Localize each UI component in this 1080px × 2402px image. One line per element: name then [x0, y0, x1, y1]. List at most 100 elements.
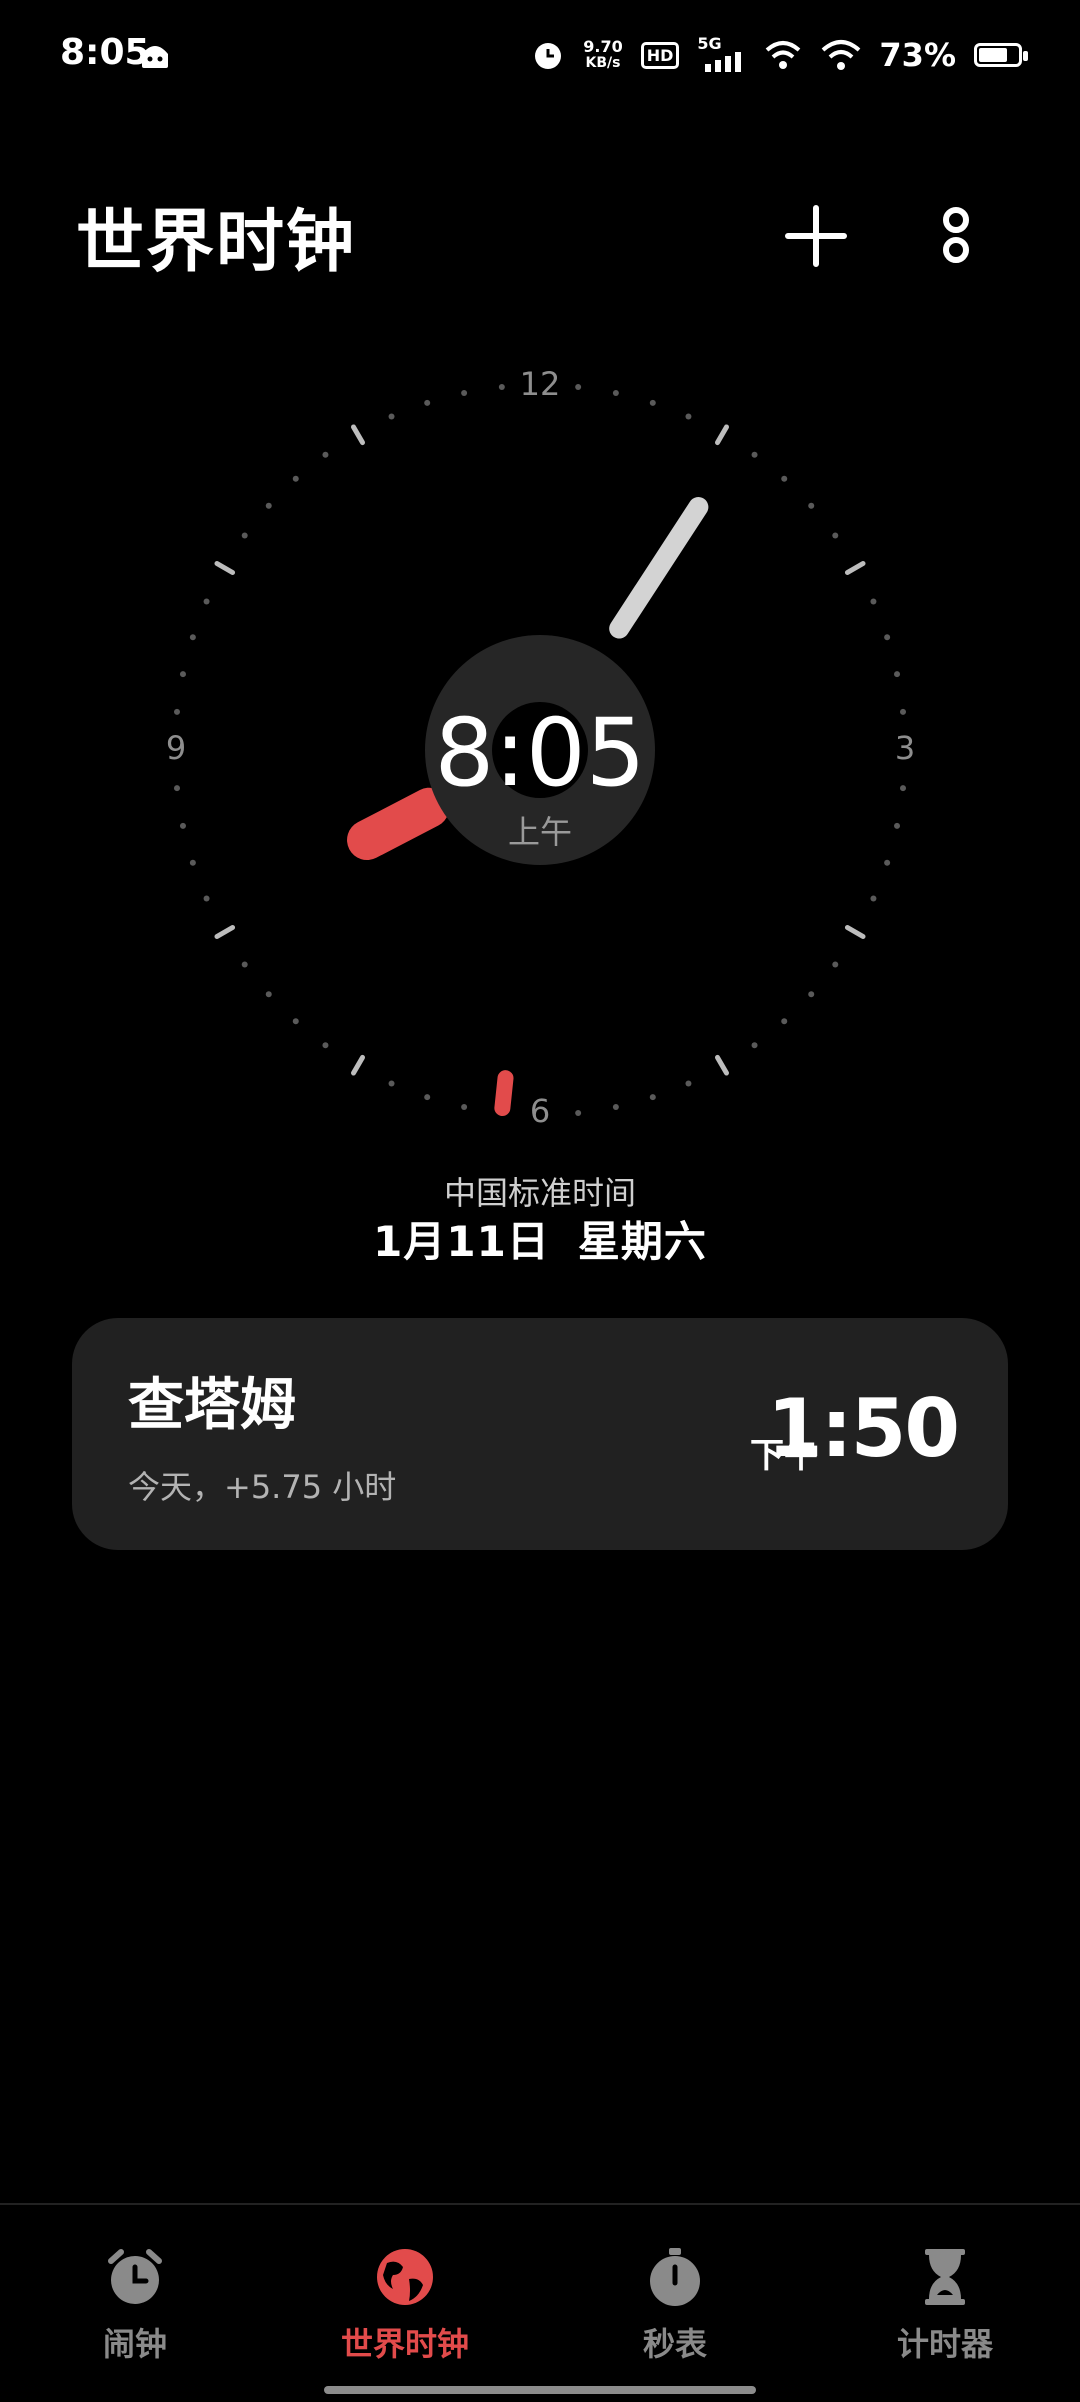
plus-icon	[785, 205, 847, 267]
clock-minute-dot	[781, 1018, 788, 1025]
clock-minute-dot	[685, 413, 692, 420]
more-icon	[943, 207, 969, 263]
alarm-icon	[535, 43, 562, 69]
nav-timer[interactable]: 计时器	[845, 2245, 1045, 2365]
clock-numeral-6: 6	[530, 1092, 550, 1130]
clock-minute-dot	[832, 961, 839, 968]
weekday-text: 星期六	[577, 1217, 707, 1266]
clock-minute-dot	[424, 1094, 431, 1101]
nav-world-clock[interactable]: 世界时钟	[305, 2245, 505, 2365]
home-indicator	[324, 2386, 756, 2394]
clock-minute-dot	[808, 991, 815, 998]
second-hand	[494, 1070, 514, 1117]
status-icons: 9.70 KB/s HD 5G 73%	[531, 30, 1028, 80]
clock-minute-dot	[781, 475, 788, 482]
battery-icon	[974, 43, 1028, 67]
add-city-button[interactable]	[780, 200, 852, 272]
hour-hand	[347, 787, 450, 861]
clock-minute-dot	[884, 859, 891, 866]
stopwatch-icon	[650, 2248, 700, 2306]
clock-minute-dot	[884, 634, 891, 641]
clock-minute-dot	[424, 399, 431, 406]
clock-minute-dot	[189, 634, 196, 641]
city-offset: 今天，+5.75 小时	[128, 1468, 397, 1506]
digital-time: 8:05	[434, 699, 645, 808]
clock-minute-dot	[461, 389, 468, 396]
clock-minute-dot	[894, 671, 901, 678]
clock-minute-dot	[900, 708, 907, 715]
clock-minute-dot	[685, 1080, 692, 1087]
clock-hour-tick	[351, 424, 365, 446]
clock-numeral-3: 3	[895, 729, 915, 767]
clock-minute-dot	[203, 598, 210, 605]
clock-minute-dot	[388, 1080, 395, 1087]
clock-minute-dot	[612, 389, 619, 396]
nav-label-world-clock: 世界时钟	[340, 2325, 469, 2363]
network-speed: 9.70 KB/s	[583, 37, 623, 72]
clock-minute-dot	[388, 413, 395, 420]
nav-label-alarm: 闹钟	[102, 2325, 167, 2363]
clock-minute-dot	[203, 895, 210, 902]
clock-minute-dot	[173, 708, 180, 715]
clock-minute-dot	[894, 822, 901, 829]
clock-hour-tick	[844, 925, 866, 939]
city-name: 查塔姆	[128, 1373, 296, 1438]
clock-minute-dot	[751, 451, 758, 458]
signal-bars-icon	[705, 52, 742, 72]
clock-minute-dot	[498, 383, 505, 390]
clock-minute-dot	[189, 859, 196, 866]
page-title: 世界时钟	[76, 203, 357, 282]
clock-minute-dot	[900, 785, 907, 792]
clock-minute-dot	[461, 1104, 468, 1111]
clock-minute-dot	[179, 671, 186, 678]
clock-hour-tick	[214, 925, 236, 939]
clock-minute-dot	[322, 451, 329, 458]
globe-icon	[377, 2249, 433, 2305]
analog-clock: 12 3 6 9 8:05 上午	[166, 365, 915, 1130]
clock-minute-dot	[265, 991, 272, 998]
clock-minute-dot	[241, 532, 248, 539]
clock-hour-tick	[214, 561, 236, 575]
nav-stopwatch[interactable]: 秒表	[575, 2245, 775, 2365]
clock-minute-dot	[649, 1094, 656, 1101]
status-time: 8:05	[60, 32, 150, 73]
date-text: 1月11日	[373, 1217, 550, 1266]
clock-minute-dot	[265, 502, 272, 509]
clock-minute-dot	[179, 822, 186, 829]
clock-hour-tick	[715, 424, 729, 446]
clock-minute-dot	[870, 895, 877, 902]
clock-minute-dot	[751, 1042, 758, 1049]
minute-hand	[609, 497, 709, 639]
clock-minute-dot	[292, 1018, 299, 1025]
hd-badge: HD	[640, 41, 680, 69]
bottom-nav: 闹钟 世界时钟 秒表 计时器	[0, 2203, 1080, 2402]
clock-minute-dot	[649, 399, 656, 406]
cellular-signal: 5G	[697, 34, 745, 72]
clock-numeral-9: 9	[166, 729, 186, 767]
clock-minute-dot	[173, 785, 180, 792]
date-line: 1月11日 星期六	[0, 1208, 1080, 1269]
nav-label-timer: 计时器	[896, 2325, 993, 2363]
hourglass-icon	[925, 2249, 965, 2305]
clock-minute-dot	[322, 1042, 329, 1049]
clock-minute-dot	[870, 598, 877, 605]
notification-app-icon	[142, 46, 168, 68]
clock-minute-dot	[575, 383, 582, 390]
clock-minute-dot	[241, 961, 248, 968]
nav-alarm[interactable]: 闹钟	[35, 2245, 235, 2365]
clock-hour-tick	[844, 561, 866, 575]
battery-percent: 73%	[879, 36, 956, 74]
clock-minute-dot	[808, 502, 815, 509]
city-time: 1:50	[767, 1382, 960, 1475]
alarm-clock-icon	[108, 2249, 162, 2304]
city-card[interactable]: 查塔姆 今天，+5.75 小时 下午 1:50	[72, 1318, 1008, 1550]
wifi-icon	[822, 40, 861, 70]
clock-minute-dot	[832, 532, 839, 539]
clock-minute-dot	[575, 1110, 582, 1117]
status-bar: 8:05 9.70 KB/s HD 5G 73%	[0, 0, 1080, 110]
wifi-calling-icon	[766, 41, 801, 69]
clock-minute-dot	[292, 475, 299, 482]
more-options-button[interactable]	[920, 200, 992, 272]
clock-minute-dot	[612, 1104, 619, 1111]
clock-hour-tick	[351, 1054, 365, 1076]
